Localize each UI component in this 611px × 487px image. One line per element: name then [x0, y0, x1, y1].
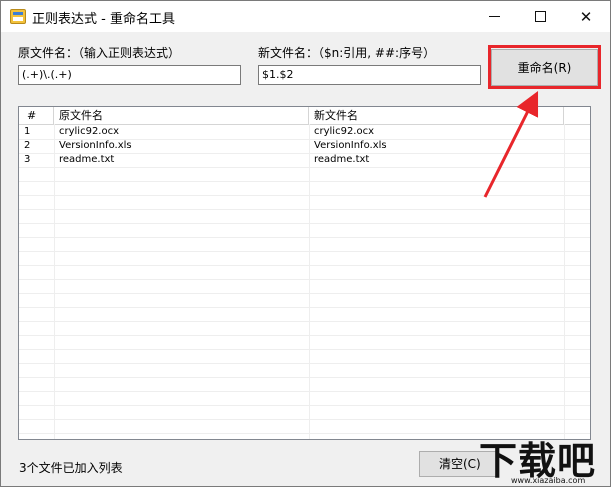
minimize-button[interactable] — [471, 1, 517, 32]
column-header-new-name[interactable]: 新文件名 — [309, 107, 564, 124]
title-bar[interactable]: 正则表达式 - 重命名工具 ✕ — [1, 1, 610, 32]
empty-row — [19, 209, 590, 224]
empty-row — [19, 307, 590, 322]
target-pattern-input[interactable]: $1.$2 — [258, 65, 481, 85]
minimize-icon — [488, 16, 500, 17]
empty-row — [19, 321, 590, 336]
close-icon: ✕ — [579, 7, 593, 26]
watermark-url: www.xiazaiba.com — [511, 476, 586, 485]
empty-row — [19, 363, 590, 378]
row-new-name: VersionInfo.xls — [314, 140, 387, 151]
empty-row — [19, 265, 590, 280]
empty-row — [19, 237, 590, 252]
app-window: 正则表达式 - 重命名工具 ✕ 原文件名：（输入正则表达式） (.+)\.(.+… — [0, 0, 611, 487]
empty-row — [19, 405, 590, 420]
window-title: 正则表达式 - 重命名工具 — [32, 12, 175, 27]
empty-row — [19, 279, 590, 294]
empty-row — [19, 251, 590, 266]
row-original-name: readme.txt — [59, 154, 115, 165]
empty-row — [19, 167, 590, 182]
table-row[interactable]: 1 crylic92.ocx crylic92.ocx — [19, 125, 590, 140]
watermark-logo: 下载吧 www.xiazaiba.com — [475, 430, 611, 487]
source-pattern-label: 原文件名：（输入正则表达式） — [18, 46, 181, 60]
row-number: 2 — [24, 140, 31, 151]
target-pattern-label: 新文件名：（$n:引用, ##:序号） — [258, 46, 436, 60]
row-number: 1 — [24, 126, 31, 137]
row-new-name: crylic92.ocx — [314, 126, 375, 137]
row-original-name: VersionInfo.xls — [59, 140, 132, 151]
empty-row — [19, 181, 590, 196]
maximize-button[interactable] — [517, 1, 563, 32]
column-header-original-name[interactable]: 原文件名 — [54, 107, 309, 124]
rename-button-label: 重命名(R) — [517, 61, 572, 75]
rename-button[interactable]: 重命名(R) — [491, 49, 598, 86]
empty-row — [19, 293, 590, 308]
row-new-name: readme.txt — [314, 154, 370, 165]
empty-row — [19, 335, 590, 350]
file-list[interactable]: # 原文件名 新文件名 1 crylic92.ocx crylic92.ocx … — [18, 106, 591, 440]
app-icon — [10, 9, 26, 24]
row-number: 3 — [24, 154, 31, 165]
table-row[interactable]: 3 readme.txt readme.txt — [19, 153, 590, 168]
empty-row — [19, 223, 590, 238]
table-row[interactable]: 2 VersionInfo.xls VersionInfo.xls — [19, 139, 590, 154]
empty-row — [19, 377, 590, 392]
row-original-name: crylic92.ocx — [59, 126, 120, 137]
maximize-icon — [534, 11, 546, 22]
column-header-filler — [564, 107, 590, 124]
file-list-header: # 原文件名 新文件名 — [19, 107, 590, 125]
empty-row — [19, 195, 590, 210]
empty-row — [19, 391, 590, 406]
source-pattern-input[interactable]: (.+)\.(.+) — [18, 65, 241, 85]
close-button[interactable]: ✕ — [563, 1, 609, 32]
empty-row — [19, 349, 590, 364]
column-header-number[interactable]: # — [19, 107, 54, 124]
status-message: 3个文件已加入列表 — [19, 461, 123, 475]
